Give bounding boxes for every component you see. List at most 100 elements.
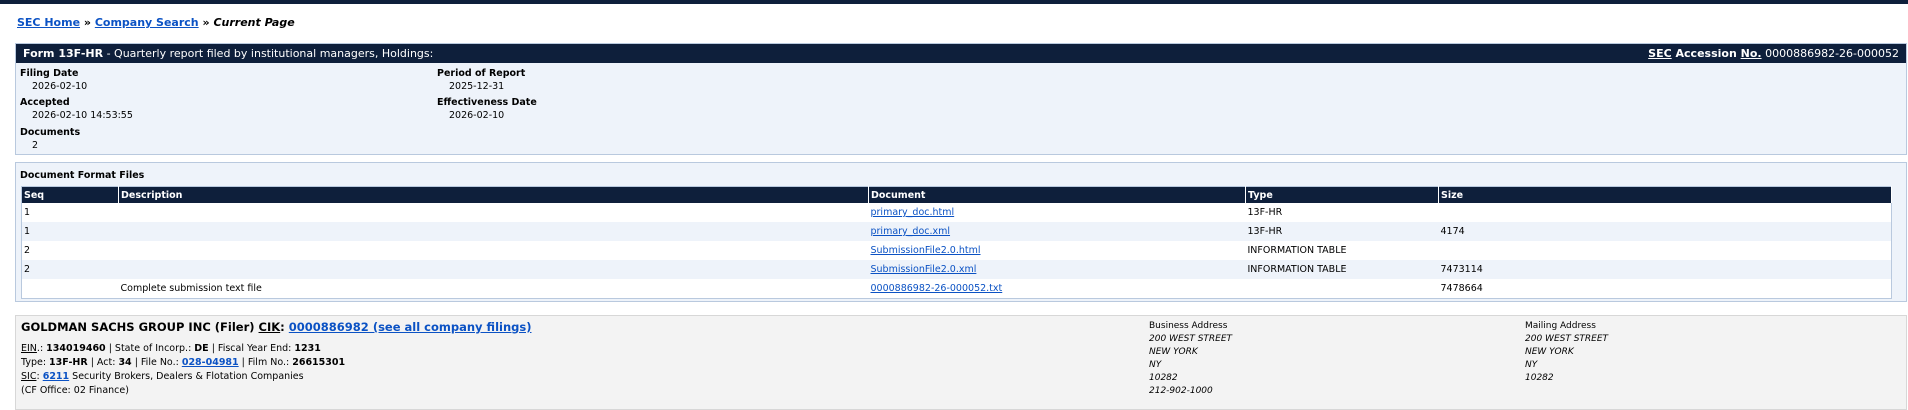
form-description: - Quarterly report filed by institutiona… <box>103 47 434 60</box>
fiscal-year-end-value: 1231 <box>294 343 321 354</box>
business-address-state: NY <box>1149 360 1162 370</box>
column-header-description: Description <box>118 186 869 203</box>
form-type-label: Form 13F-HR <box>23 47 104 60</box>
file-no-label: | File No.: <box>131 357 182 368</box>
film-no-label: | Film No.: <box>238 357 293 368</box>
filing-date-value: 2026-02-10 <box>32 81 88 92</box>
business-address-title: Business Address <box>1149 321 1228 331</box>
document-files-box: Document Format Files Seq Description Do… <box>15 162 1907 302</box>
accession-number: SEC Accession No. 0000886982-26-000052 <box>1648 47 1899 60</box>
accession-number-value: 0000886982-26-000052 <box>1765 47 1899 60</box>
mailing-address-state: NY <box>1525 360 1538 370</box>
breadcrumb-company-search-link[interactable]: Company Search <box>95 16 199 29</box>
cik-label: CIK <box>258 320 281 334</box>
company-ein-line: EIN.: 134019460 | State of Incorp.: DE |… <box>21 343 321 354</box>
column-header-seq: Seq <box>21 186 119 203</box>
documents-count-group: Documents 2 <box>20 127 80 151</box>
mailing-address-title: Mailing Address <box>1525 321 1596 331</box>
effectiveness-label: Effectiveness Date <box>437 97 537 108</box>
company-name-line: GOLDMAN SACHS GROUP INC (Filer) CIK: 000… <box>21 320 531 334</box>
cell-type <box>1246 279 1439 299</box>
cell-type: INFORMATION TABLE <box>1247 245 1347 256</box>
cell-size: 7478664 <box>1440 283 1483 294</box>
cik-company-filings-link[interactable]: 0000886982 (see all company filings) <box>289 320 532 334</box>
accession-word: Accession <box>1671 47 1741 60</box>
cf-office: (CF Office: 02 Finance) <box>21 385 129 396</box>
cell-seq: 1 <box>24 207 31 218</box>
breadcrumb-sec-home-link[interactable]: SEC Home <box>17 16 80 29</box>
form-header: Form 13F-HR - Quarterly report filed by … <box>16 44 1906 63</box>
business-address-city: NEW YORK <box>1149 347 1198 357</box>
accession-no-label: No. <box>1740 47 1762 60</box>
type-label: Type: <box>21 357 50 368</box>
accepted-group: Accepted 2026-02-10 14:53:55 <box>20 97 133 121</box>
ein-label-suffix: .: <box>36 343 47 354</box>
mailing-address-street: 200 WEST STREET <box>1525 334 1609 344</box>
period-label: Period of Report <box>437 68 526 79</box>
company-sic-line: SIC: 6211 Security Brokers, Dealers & Fl… <box>21 371 304 382</box>
company-info-box: GOLDMAN SACHS GROUP INC (Filer) CIK: 000… <box>15 315 1907 410</box>
business-address-phone: 212-902-1000 <box>1149 386 1213 396</box>
cell-seq <box>22 279 119 299</box>
cell-document: SubmissionFile2.0.html <box>869 241 1246 260</box>
ein-value: 134019460 <box>46 343 106 354</box>
accession-sec-label: SEC <box>1648 47 1672 60</box>
breadcrumb: SEC Home » Company Search » Current Page <box>17 16 295 29</box>
cell-description <box>119 203 869 222</box>
mailing-address: Mailing Address 200 WEST STREET NEW YORK… <box>1525 320 1608 385</box>
cell-size: 7473114 <box>1438 260 1892 279</box>
cik-colon: : <box>280 320 285 334</box>
document-link[interactable]: primary_doc.xml <box>871 226 951 237</box>
cell-size: 4174 <box>1438 222 1892 241</box>
cell-type: 13F-HR <box>1247 207 1283 218</box>
document-link[interactable]: SubmissionFile2.0.html <box>871 245 981 256</box>
table-row: 2 SubmissionFile2.0.html INFORMATION TAB… <box>22 241 1892 260</box>
column-header-size: Size <box>1438 186 1892 203</box>
act-value: 34 <box>118 357 132 368</box>
cell-type: 13F-HR <box>1245 222 1439 241</box>
accepted-label: Accepted <box>20 97 70 108</box>
sic-code-link[interactable]: 6211 <box>43 371 69 382</box>
state-value: DE <box>194 343 209 354</box>
breadcrumb-separator: » <box>83 16 91 29</box>
document-files-title: Document Format Files <box>20 170 145 181</box>
type-value: 13F-HR <box>49 357 88 368</box>
filing-summary-box: Form 13F-HR - Quarterly report filed by … <box>15 43 1907 155</box>
document-link[interactable]: 0000886982-26-000052.txt <box>871 283 1003 294</box>
document-link[interactable]: SubmissionFile2.0.xml <box>871 264 977 275</box>
business-address-zip: 10282 <box>1149 373 1178 383</box>
cell-seq: 2 <box>24 245 31 256</box>
column-header-document: Document <box>868 186 1246 203</box>
table-row: 1 primary_doc.html 13F-HR <box>22 203 1892 222</box>
film-number-value: 26615301 <box>292 357 346 368</box>
cell-description <box>118 260 869 279</box>
table-row: 1 primary_doc.xml 13F-HR 4174 <box>21 222 1892 241</box>
cell-description <box>119 241 869 260</box>
sic-label: SIC <box>21 371 37 382</box>
act-label: | Act: <box>87 357 119 368</box>
ein-label: EIN <box>21 343 37 354</box>
cell-size <box>1439 241 1892 260</box>
file-number-link[interactable]: 028-04981 <box>182 357 239 368</box>
table-row: Complete submission text file 0000886982… <box>22 279 1892 299</box>
fiscal-year-end-label: | Fiscal Year End: <box>208 343 295 354</box>
effectiveness-group: Effectiveness Date 2026-02-10 <box>437 97 537 121</box>
cell-document: primary_doc.html <box>869 203 1246 222</box>
cell-description: Complete submission text file <box>120 283 262 294</box>
top-bar <box>0 0 1908 4</box>
state-label: | State of Incorp.: <box>105 343 195 354</box>
sic-description: Security Brokers, Dealers & Flotation Co… <box>69 371 304 382</box>
cell-seq: 1 <box>21 222 119 241</box>
cell-seq: 2 <box>21 260 119 279</box>
breadcrumb-separator: » <box>202 16 210 29</box>
accepted-value: 2026-02-10 14:53:55 <box>32 110 133 121</box>
cell-document: primary_doc.xml <box>868 222 1246 241</box>
cell-type: INFORMATION TABLE <box>1245 260 1439 279</box>
company-name: GOLDMAN SACHS GROUP INC (Filer) <box>21 320 255 334</box>
cell-document: 0000886982-26-000052.txt <box>869 279 1246 299</box>
effectiveness-value: 2026-02-10 <box>449 110 505 121</box>
cell-size <box>1439 203 1892 222</box>
table-header-row: Seq Description Document Type Size <box>21 186 1892 203</box>
document-link[interactable]: primary_doc.html <box>871 207 955 218</box>
filing-date-label: Filing Date <box>20 68 79 79</box>
